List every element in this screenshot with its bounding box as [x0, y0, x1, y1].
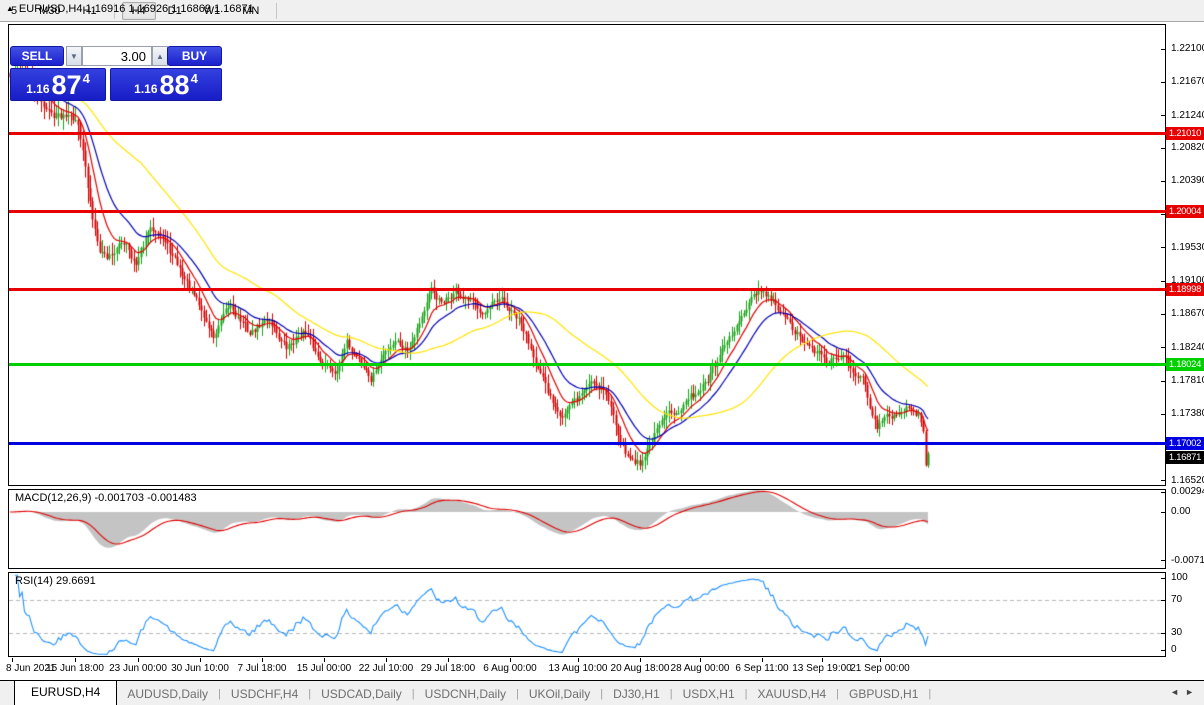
time-axis-tick [578, 658, 579, 662]
buy-price-button[interactable]: 1.16884 [110, 68, 222, 101]
sell-price-button[interactable]: 1.16874 [10, 68, 106, 101]
time-axis-tick [386, 658, 387, 662]
volume-decrease-button[interactable]: ▼ [66, 46, 82, 66]
time-axis-tick [510, 658, 511, 662]
tab-ukoil-daily[interactable]: UKOil,Daily [519, 684, 600, 704]
rsi-axis-tick-label: 0 [1171, 644, 1177, 655]
tab-usdx-h1[interactable]: USDX,H1 [673, 684, 745, 704]
price-level-tag: 1.18998 [1166, 283, 1204, 296]
time-axis-label: 13 Sep 19:00 [792, 663, 852, 674]
price-axis-tick-label: 1.18670 [1171, 308, 1204, 319]
time-axis-tick [448, 658, 449, 662]
price-level-tag: 1.20004 [1166, 205, 1204, 218]
price-level-tag: 1.17002 [1166, 437, 1204, 450]
tab-dj30-h1[interactable]: DJ30,H1 [603, 684, 670, 704]
price-level-tag: 1.21010 [1166, 127, 1204, 140]
time-axis-label: 15 Jul 00:00 [297, 663, 352, 674]
time-axis-tick [12, 658, 13, 662]
chart-header-text: EURUSD,H4 1.16916 1.16926 1.16869 1.1687… [19, 3, 254, 15]
macd-axis-tick-label: 0.00294 [1171, 486, 1204, 497]
price-level-tag: 1.18024 [1166, 358, 1204, 371]
rsi-canvas[interactable] [9, 573, 1165, 656]
tab-usdcnh-daily[interactable]: USDCNH,Daily [415, 684, 516, 704]
price-axis-tick-label: 1.19960 [1171, 209, 1204, 220]
down-arrow-icon: ▼ [70, 52, 78, 61]
rsi-panel: RSI(14) 29.6691 [8, 572, 1166, 657]
current-price-tag: 1.16871 [1166, 451, 1204, 464]
time-axis-tick [324, 658, 325, 662]
tab-eurusd-h4[interactable]: EURUSD,H4 [14, 680, 117, 705]
macd-axis-tick-label: -0.00715 [1171, 555, 1204, 566]
time-axis-tick [762, 658, 763, 662]
time-axis-label: 20 Aug 18:00 [611, 663, 670, 674]
rsi-axis-tick-label: 30 [1171, 627, 1182, 638]
sell-button[interactable]: SELL [10, 46, 64, 66]
time-axis-tick [75, 658, 76, 662]
time-axis-tick [640, 658, 641, 662]
time-axis-label: 28 Aug 00:00 [671, 663, 730, 674]
volume-input[interactable]: 3.00 [82, 46, 152, 66]
price-axis-tick-label: 1.22100 [1171, 43, 1204, 54]
price-axis-tick-label: 1.19530 [1171, 242, 1204, 253]
toolbar-separator [276, 3, 277, 19]
time-axis-label: 23 Jun 00:00 [109, 663, 167, 674]
time-axis-tick [138, 658, 139, 662]
macd-axis-tick-label: 0.00 [1171, 506, 1190, 517]
price-axis-tick-label: 1.20390 [1171, 175, 1204, 186]
tab-separator: | [928, 688, 931, 700]
price-axis-tick-label: 1.16520 [1171, 475, 1204, 486]
rsi-axis-tick-label: 100 [1171, 572, 1188, 583]
time-axis-label: 29 Jul 18:00 [421, 663, 476, 674]
time-axis-tick [200, 658, 201, 662]
time-axis-label: 22 Jul 10:00 [359, 663, 414, 674]
price-axis-tick-label: 1.21670 [1171, 76, 1204, 87]
macd-label: MACD(12,26,9) -0.001703 -0.001483 [15, 492, 197, 504]
sell-price-big: 87 [52, 72, 82, 99]
price-axis-tick-label: 1.17810 [1171, 375, 1204, 386]
price-axis-tick-label: 1.20820 [1171, 142, 1204, 153]
buy-price-big: 88 [160, 72, 190, 99]
time-axis-label: 21 Sep 00:00 [850, 663, 910, 674]
price-axis-tick-label: 1.21240 [1171, 110, 1204, 121]
time-axis-label: 6 Sep 11:00 [735, 663, 788, 674]
rsi-axis-tick-label: 70 [1171, 594, 1182, 605]
tab-gbpusd-h1[interactable]: GBPUSD,H1 [839, 684, 928, 704]
time-axis-label: 6 Aug 00:00 [483, 663, 536, 674]
buy-price-sup: 4 [191, 71, 198, 86]
macd-panel: MACD(12,26,9) -0.001703 -0.001483 [8, 489, 1166, 569]
tab-usdcad-daily[interactable]: USDCAD,Daily [311, 684, 412, 704]
metatrader-window: 5M30H1H4D1W1MN ▲EURUSD,H4 1.16916 1.1692… [0, 0, 1204, 705]
time-axis-label: 7 Jul 18:00 [238, 663, 287, 674]
price-axis-tick-label: 1.19100 [1171, 275, 1204, 286]
rsi-label: RSI(14) 29.6691 [15, 575, 96, 587]
volume-increase-button[interactable]: ▲ [152, 46, 168, 66]
buy-price-prefix: 1.16 [134, 82, 157, 96]
tab-usdchf-h4[interactable]: USDCHF,H4 [221, 684, 308, 704]
time-axis-label: 30 Jun 10:00 [171, 663, 229, 674]
chart-tabs-bar: EURUSD,H4AUDUSD,Daily|USDCHF,H4|USDCAD,D… [0, 680, 1204, 705]
time-axis-tick [880, 658, 881, 662]
time-axis-label: 13 Aug 10:00 [549, 663, 608, 674]
tab-scroll-arrows[interactable]: ◄► [1170, 687, 1200, 697]
sell-price-sup: 4 [83, 71, 90, 86]
up-arrow-icon: ▲ [156, 52, 164, 61]
price-axis-tick-label: 1.17380 [1171, 408, 1204, 419]
time-axis-tick [700, 658, 701, 662]
time-axis-tick [822, 658, 823, 662]
time-axis-tick [262, 658, 263, 662]
tab-xauusd-h4[interactable]: XAUUSD,H4 [747, 684, 836, 704]
time-axis-label: 15 Jun 18:00 [46, 663, 104, 674]
tab-audusd-daily[interactable]: AUDUSD,Daily [117, 684, 218, 704]
chart-header: ▲ EURUSD,H4 1.16916 1.16926 1.16869 1.168… [6, 3, 254, 15]
price-axis-tick-label: 1.18240 [1171, 342, 1204, 353]
time-axis-label: 8 Jun 2021 [6, 663, 56, 674]
chart-collapse-icon[interactable]: ▲ [6, 4, 14, 13]
buy-button[interactable]: BUY [167, 46, 222, 66]
sell-price-prefix: 1.16 [26, 82, 49, 96]
